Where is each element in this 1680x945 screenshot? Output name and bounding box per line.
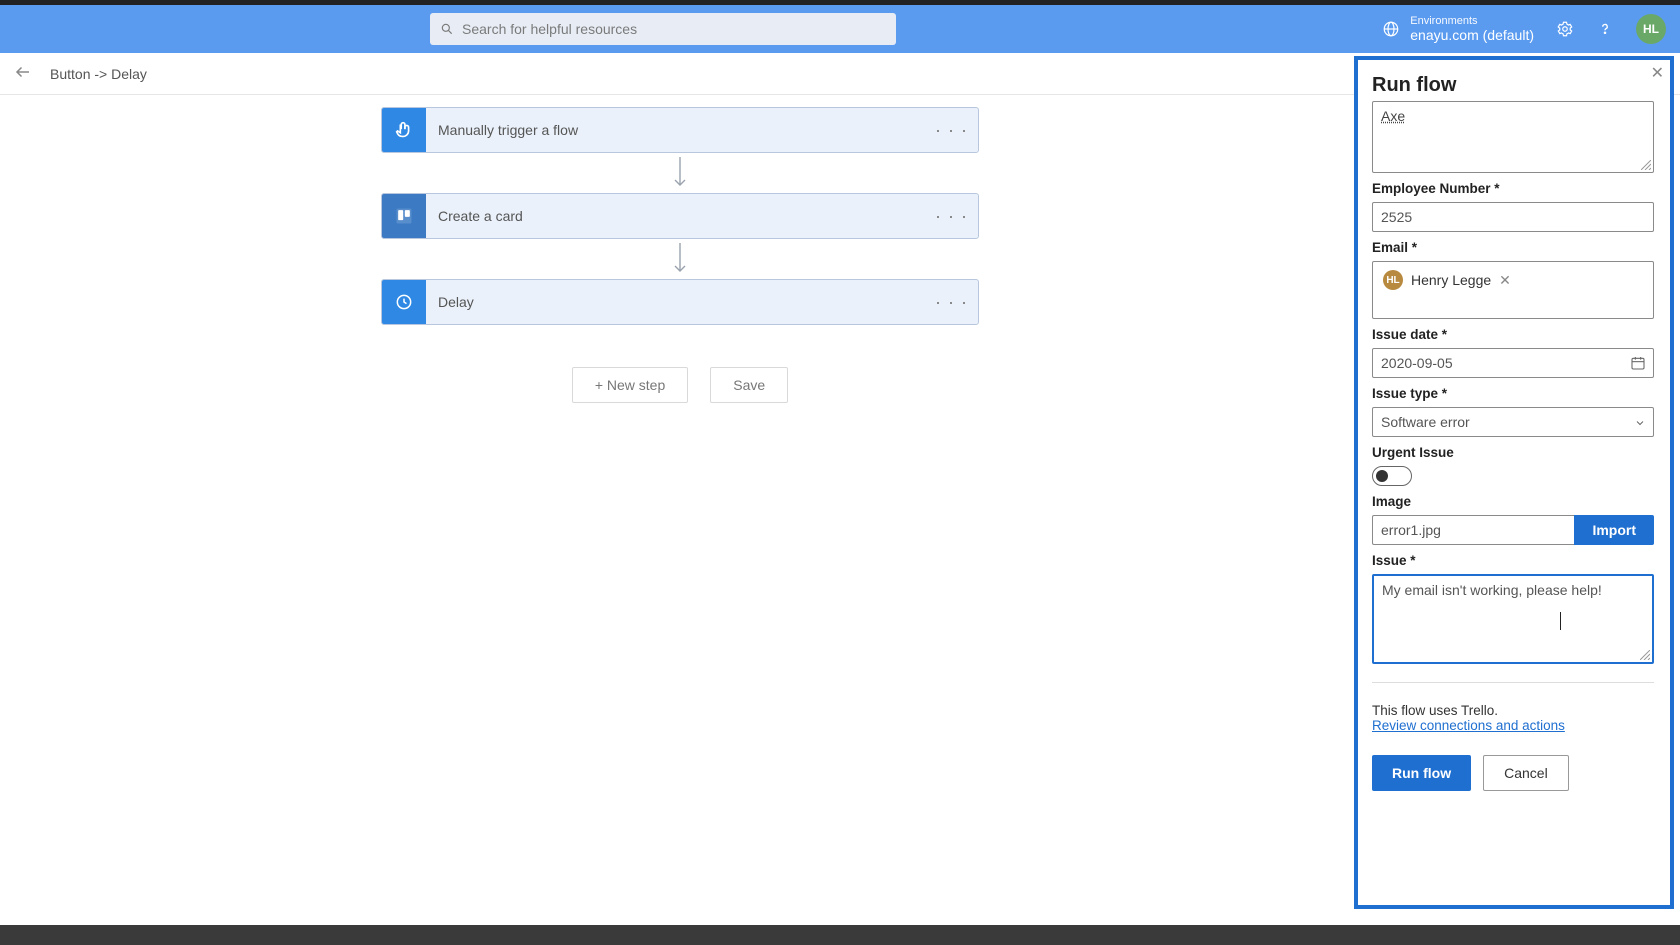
user-avatar[interactable]: HL (1636, 14, 1666, 44)
search-box[interactable]: Search for helpful resources (430, 13, 896, 45)
flow-node-trigger[interactable]: Manually trigger a flow · · · (381, 107, 979, 153)
issue-date-label: Issue date * (1372, 327, 1654, 342)
urgent-toggle[interactable] (1372, 466, 1412, 486)
issue-label: Issue * (1372, 553, 1654, 568)
arrow-down-icon (673, 157, 687, 189)
issue-date-input[interactable]: 2020-09-05 (1372, 348, 1654, 378)
node-title: Delay (438, 294, 474, 310)
arrow-down-icon (673, 243, 687, 275)
flow-arrow (381, 239, 979, 279)
env-name: enayu.com (default) (1410, 27, 1534, 43)
node-menu-button[interactable]: · · · (935, 292, 968, 313)
status-bar (0, 925, 1680, 945)
urgent-label: Urgent Issue (1372, 445, 1654, 460)
search-placeholder: Search for helpful resources (462, 21, 637, 37)
chevron-down-icon (1634, 416, 1646, 434)
search-icon (440, 22, 454, 36)
employee-number-input[interactable]: 2525 (1372, 202, 1654, 232)
remove-chip-icon[interactable]: ✕ (1499, 272, 1511, 289)
resize-handle-icon[interactable] (1640, 650, 1650, 660)
email-people-picker[interactable]: HL Henry Legge ✕ (1372, 261, 1654, 319)
node-menu-button[interactable]: · · · (935, 206, 968, 227)
image-label: Image (1372, 494, 1654, 509)
node-title: Create a card (438, 208, 523, 224)
arrow-left-icon (14, 63, 32, 81)
issue-textarea[interactable]: My email isn't working, please help! (1372, 574, 1654, 664)
help-icon[interactable] (1596, 20, 1614, 38)
resize-handle-icon[interactable] (1641, 160, 1651, 170)
flow-node-delay[interactable]: Delay · · · (381, 279, 979, 325)
image-filename-input[interactable]: error1.jpg (1372, 515, 1574, 545)
text-cursor (1560, 612, 1561, 630)
import-button[interactable]: Import (1574, 515, 1654, 545)
flow-canvas: Manually trigger a flow · · · Create a c… (0, 95, 1360, 925)
flow-arrow (381, 153, 979, 193)
app-header: Search for helpful resources Environment… (0, 5, 1680, 53)
footer-uses-text: This flow uses Trello. (1372, 703, 1654, 718)
node-menu-button[interactable]: · · · (935, 120, 968, 141)
close-icon[interactable]: ✕ (1651, 66, 1664, 82)
top-textarea[interactable]: Axe (1372, 101, 1654, 173)
environment-icon (1382, 20, 1400, 38)
issue-type-select[interactable]: Software error (1372, 407, 1654, 437)
flow-node-create-card[interactable]: Create a card · · · (381, 193, 979, 239)
trello-icon (382, 194, 426, 238)
review-connections-link[interactable]: Review connections and actions (1372, 718, 1565, 733)
breadcrumb-text: Button -> Delay (50, 66, 147, 82)
environment-picker[interactable]: Environments enayu.com (default) (1382, 15, 1534, 43)
email-label: Email * (1372, 240, 1654, 255)
employee-number-label: Employee Number * (1372, 181, 1654, 196)
panel-title: Run flow (1372, 74, 1656, 97)
clock-icon (382, 280, 426, 324)
node-title: Manually trigger a flow (438, 122, 578, 138)
run-flow-panel: ✕ Run flow Axe Employee Number * 2525 Em… (1354, 56, 1674, 909)
person-name: Henry Legge (1411, 272, 1491, 288)
save-button[interactable]: Save (710, 367, 788, 403)
issue-type-label: Issue type * (1372, 386, 1654, 401)
person-chip: HL Henry Legge ✕ (1379, 268, 1515, 292)
cancel-button[interactable]: Cancel (1483, 755, 1569, 791)
new-step-button[interactable]: + New step (572, 367, 688, 403)
back-button[interactable] (10, 59, 36, 88)
env-label: Environments (1410, 15, 1534, 27)
person-avatar: HL (1383, 270, 1403, 290)
settings-icon[interactable] (1556, 20, 1574, 38)
run-flow-button[interactable]: Run flow (1372, 755, 1471, 791)
calendar-icon[interactable] (1630, 355, 1646, 376)
tap-icon (382, 108, 426, 152)
